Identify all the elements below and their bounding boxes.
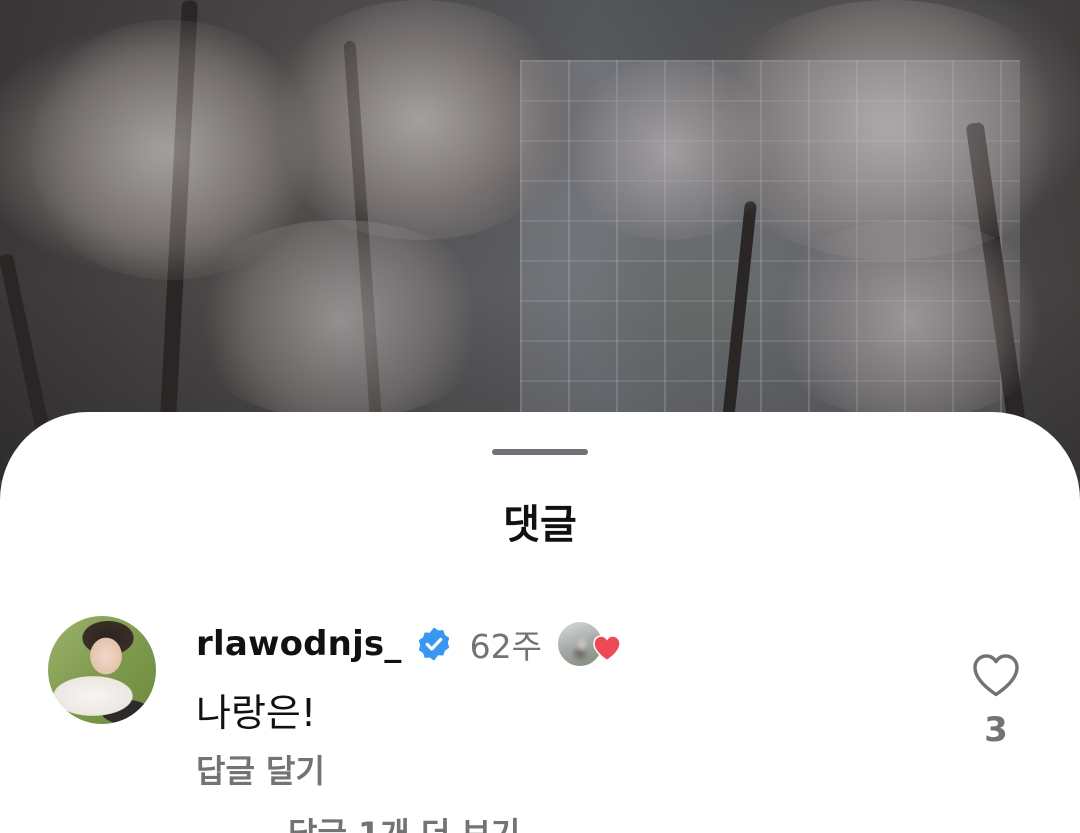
blossom-cluster (260, 0, 580, 240)
blossom-cluster (760, 220, 1060, 420)
reply-button[interactable]: 답글 달기 (196, 746, 325, 792)
like-count: 3 (984, 710, 1008, 750)
comment-timestamp: 62주 (469, 627, 542, 666)
verified-badge-icon (418, 627, 449, 661)
comment-like-control[interactable]: 3 (960, 652, 1032, 750)
comment-item: rlawodnjs_ 62주 나랑은! 답글 달기 3 (0, 602, 1080, 822)
comment-meta: rlawodnjs_ 62주 (196, 620, 624, 668)
commenter-avatar[interactable] (48, 616, 156, 724)
comment-text: 나랑은! (196, 691, 317, 735)
screen: 댓글 rlawodnjs_ 62주 나랑은! 답글 달기 3 (0, 0, 1080, 833)
view-more-replies-button[interactable]: 답글 1개 더 보기 (288, 809, 520, 833)
blossom-cluster (560, 60, 780, 240)
author-liked-indicator (555, 620, 624, 668)
heart-outline-icon[interactable] (971, 652, 1021, 698)
author-liked-heart-icon (593, 635, 621, 662)
post-photo-background (0, 0, 1080, 480)
sheet-title: 댓글 (503, 502, 577, 548)
sheet-drag-handle[interactable] (492, 449, 588, 455)
comment-username[interactable]: rlawodnjs_ (196, 624, 402, 664)
comments-bottom-sheet: 댓글 rlawodnjs_ 62주 나랑은! 답글 달기 3 (0, 412, 1080, 833)
blossom-cluster (180, 220, 500, 420)
